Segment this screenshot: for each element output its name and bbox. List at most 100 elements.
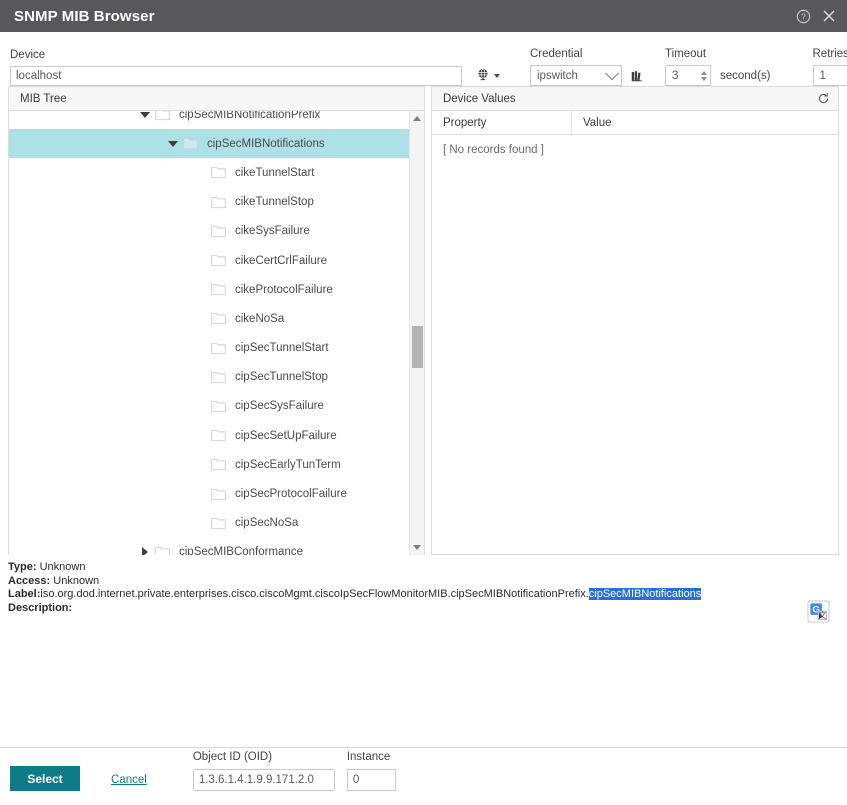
folder-icon bbox=[209, 254, 227, 267]
detail-type-key: Type: bbox=[8, 561, 37, 573]
folder-icon bbox=[209, 312, 227, 325]
device-input[interactable] bbox=[10, 66, 462, 86]
retries-label: Retries bbox=[812, 48, 847, 60]
mib-tree-node[interactable]: cikeNoSa bbox=[9, 304, 412, 333]
tree-node-label: cipSecSysFailure bbox=[235, 400, 324, 413]
mib-tree-node[interactable]: cipSecMIBConformance bbox=[9, 538, 412, 555]
oid-field-group: Object ID (OID) bbox=[192, 751, 335, 791]
tree-node-label: cipSecProtocolFailure bbox=[235, 488, 347, 501]
window-titlebar: SNMP MIB Browser ? bbox=[0, 0, 847, 32]
chevron-down-icon bbox=[412, 545, 421, 550]
folder-icon bbox=[181, 137, 199, 150]
oid-input[interactable] bbox=[192, 769, 335, 791]
folder-icon bbox=[209, 225, 227, 238]
tree-node-label: cikeTunnelStop bbox=[235, 196, 314, 209]
mib-tree-node[interactable]: cikeTunnelStop bbox=[9, 188, 412, 217]
credential-select[interactable]: ipswitch bbox=[530, 65, 622, 86]
column-header-value[interactable]: Value bbox=[572, 111, 838, 134]
caret-down-icon bbox=[494, 73, 500, 78]
instance-input[interactable] bbox=[346, 769, 396, 791]
close-icon[interactable] bbox=[821, 8, 837, 24]
mib-tree-panel: MIB Tree cipSecMIBNotificationPrefix cipS… bbox=[8, 86, 425, 555]
mib-tree-node[interactable]: cikeProtocolFailure bbox=[9, 275, 412, 304]
mib-tree-node[interactable]: cipSecMIBNotifications bbox=[9, 129, 412, 159]
timeout-stepper[interactable]: 3 bbox=[665, 65, 711, 86]
tree-expand-toggle-open-icon[interactable] bbox=[165, 140, 181, 147]
timeout-unit-label: second(s) bbox=[720, 70, 771, 82]
device-picker-button[interactable] bbox=[476, 67, 500, 84]
device-values-panel: Device Values Property Value [ No record… bbox=[430, 86, 839, 555]
spinner-up-icon[interactable] bbox=[701, 70, 707, 75]
detail-label-selected-node: cipSecMIBNotifications bbox=[588, 588, 702, 600]
mib-tree-rows: cipSecMIBNotificationPrefix cipSecMIBNoti… bbox=[9, 111, 412, 555]
device-field-group: Device bbox=[10, 49, 462, 86]
scroll-down-button[interactable] bbox=[410, 540, 424, 555]
chevron-down-icon bbox=[604, 65, 620, 80]
tree-expand-toggle-closed-icon[interactable] bbox=[137, 547, 153, 555]
mib-tree-node[interactable]: cikeTunnelStart bbox=[9, 158, 412, 187]
timeout-value: 3 bbox=[672, 69, 679, 82]
mib-tree-node[interactable]: cipSecTunnelStop bbox=[9, 363, 412, 392]
mib-tree-body[interactable]: cipSecMIBNotificationPrefix cipSecMIBNoti… bbox=[9, 111, 424, 555]
mib-tree-node[interactable]: cipSecEarlyTunTerm bbox=[9, 450, 412, 479]
help-circle-icon[interactable]: ? bbox=[796, 9, 811, 24]
mib-tree-node[interactable]: cipSecSetUpFailure bbox=[9, 421, 412, 450]
mib-tree-title: MIB Tree bbox=[20, 92, 67, 105]
detail-label-path: iso.org.dod.internet.private.enterprises… bbox=[40, 588, 589, 600]
column-header-property[interactable]: Property bbox=[432, 111, 572, 134]
globe-icon bbox=[476, 67, 490, 84]
timeout-spinner-arrows[interactable] bbox=[701, 70, 707, 81]
select-button[interactable]: Select bbox=[10, 766, 80, 791]
detail-type-value: Unknown bbox=[39, 561, 86, 573]
tree-node-label: cikeProtocolFailure bbox=[235, 283, 333, 296]
detail-access-key: Access: bbox=[8, 574, 51, 587]
mib-tree-scrollbar[interactable] bbox=[408, 111, 424, 555]
translate-icon[interactable]: G 文 bbox=[807, 600, 830, 623]
folder-icon bbox=[209, 342, 227, 355]
mib-tree-node[interactable]: cikeSysFailure bbox=[9, 217, 412, 246]
tree-node-label: cipSecMIBConformance bbox=[179, 546, 303, 555]
panels-container: MIB Tree cipSecMIBNotificationPrefix cipS… bbox=[0, 86, 847, 555]
detail-access-value: Unknown bbox=[53, 574, 100, 587]
spinner-down-icon[interactable] bbox=[701, 76, 707, 81]
tree-node-label: cikeSysFailure bbox=[235, 225, 310, 238]
folder-icon bbox=[209, 196, 227, 209]
timeout-field-group: Timeout 3 bbox=[665, 48, 711, 86]
tree-node-label: cipSecTunnelStart bbox=[235, 342, 329, 355]
mib-tree-node[interactable]: cipSecMIBNotificationPrefix bbox=[9, 111, 412, 129]
tree-node-label: cipSecEarlyTunTerm bbox=[235, 458, 341, 471]
device-values-title: Device Values bbox=[442, 92, 516, 105]
mib-tree-node[interactable]: cipSecProtocolFailure bbox=[9, 479, 412, 508]
detail-label-key: Label: bbox=[8, 588, 41, 600]
titlebar-actions: ? bbox=[796, 8, 837, 24]
refresh-icon[interactable] bbox=[817, 92, 830, 105]
mib-tree-node[interactable]: cipSecNoSa bbox=[9, 509, 412, 538]
instance-label: Instance bbox=[346, 751, 391, 763]
detail-label: Label:iso.org.dod.internet.private.enter… bbox=[8, 588, 847, 602]
scroll-up-button[interactable] bbox=[410, 111, 424, 126]
books-icon[interactable] bbox=[630, 69, 644, 83]
scrollbar-thumb[interactable] bbox=[411, 326, 423, 368]
tree-node-label: cipSecMIBNotifications bbox=[207, 137, 325, 150]
detail-description-key: Description: bbox=[8, 601, 73, 614]
retries-value: 1 bbox=[819, 69, 826, 82]
tree-expand-toggle-open-icon[interactable] bbox=[137, 111, 153, 118]
mib-tree-node[interactable]: cipSecSysFailure bbox=[9, 392, 412, 421]
device-values-empty-message: [ No records found ] bbox=[442, 144, 544, 156]
cancel-link[interactable]: Cancel bbox=[111, 774, 147, 786]
svg-text:?: ? bbox=[801, 12, 806, 21]
mib-tree-node[interactable]: cipSecTunnelStart bbox=[9, 334, 412, 363]
folder-icon bbox=[209, 488, 227, 501]
credential-label: Credential bbox=[530, 48, 583, 60]
credential-selected-value: ipswitch bbox=[537, 69, 578, 82]
node-details: Type: Unknown Access: Unknown Label:iso.… bbox=[0, 555, 847, 623]
device-values-column-headers: Property Value bbox=[431, 111, 838, 135]
folder-icon bbox=[153, 111, 171, 121]
timeout-label: Timeout bbox=[665, 48, 707, 60]
mib-tree-header: MIB Tree bbox=[9, 87, 424, 111]
folder-icon bbox=[153, 546, 171, 555]
retries-stepper[interactable]: 1 bbox=[812, 65, 847, 86]
folder-icon bbox=[209, 517, 227, 530]
credential-field-group: Credential ipswitch bbox=[530, 48, 622, 86]
mib-tree-node[interactable]: cikeCertCrlFailure bbox=[9, 246, 412, 275]
